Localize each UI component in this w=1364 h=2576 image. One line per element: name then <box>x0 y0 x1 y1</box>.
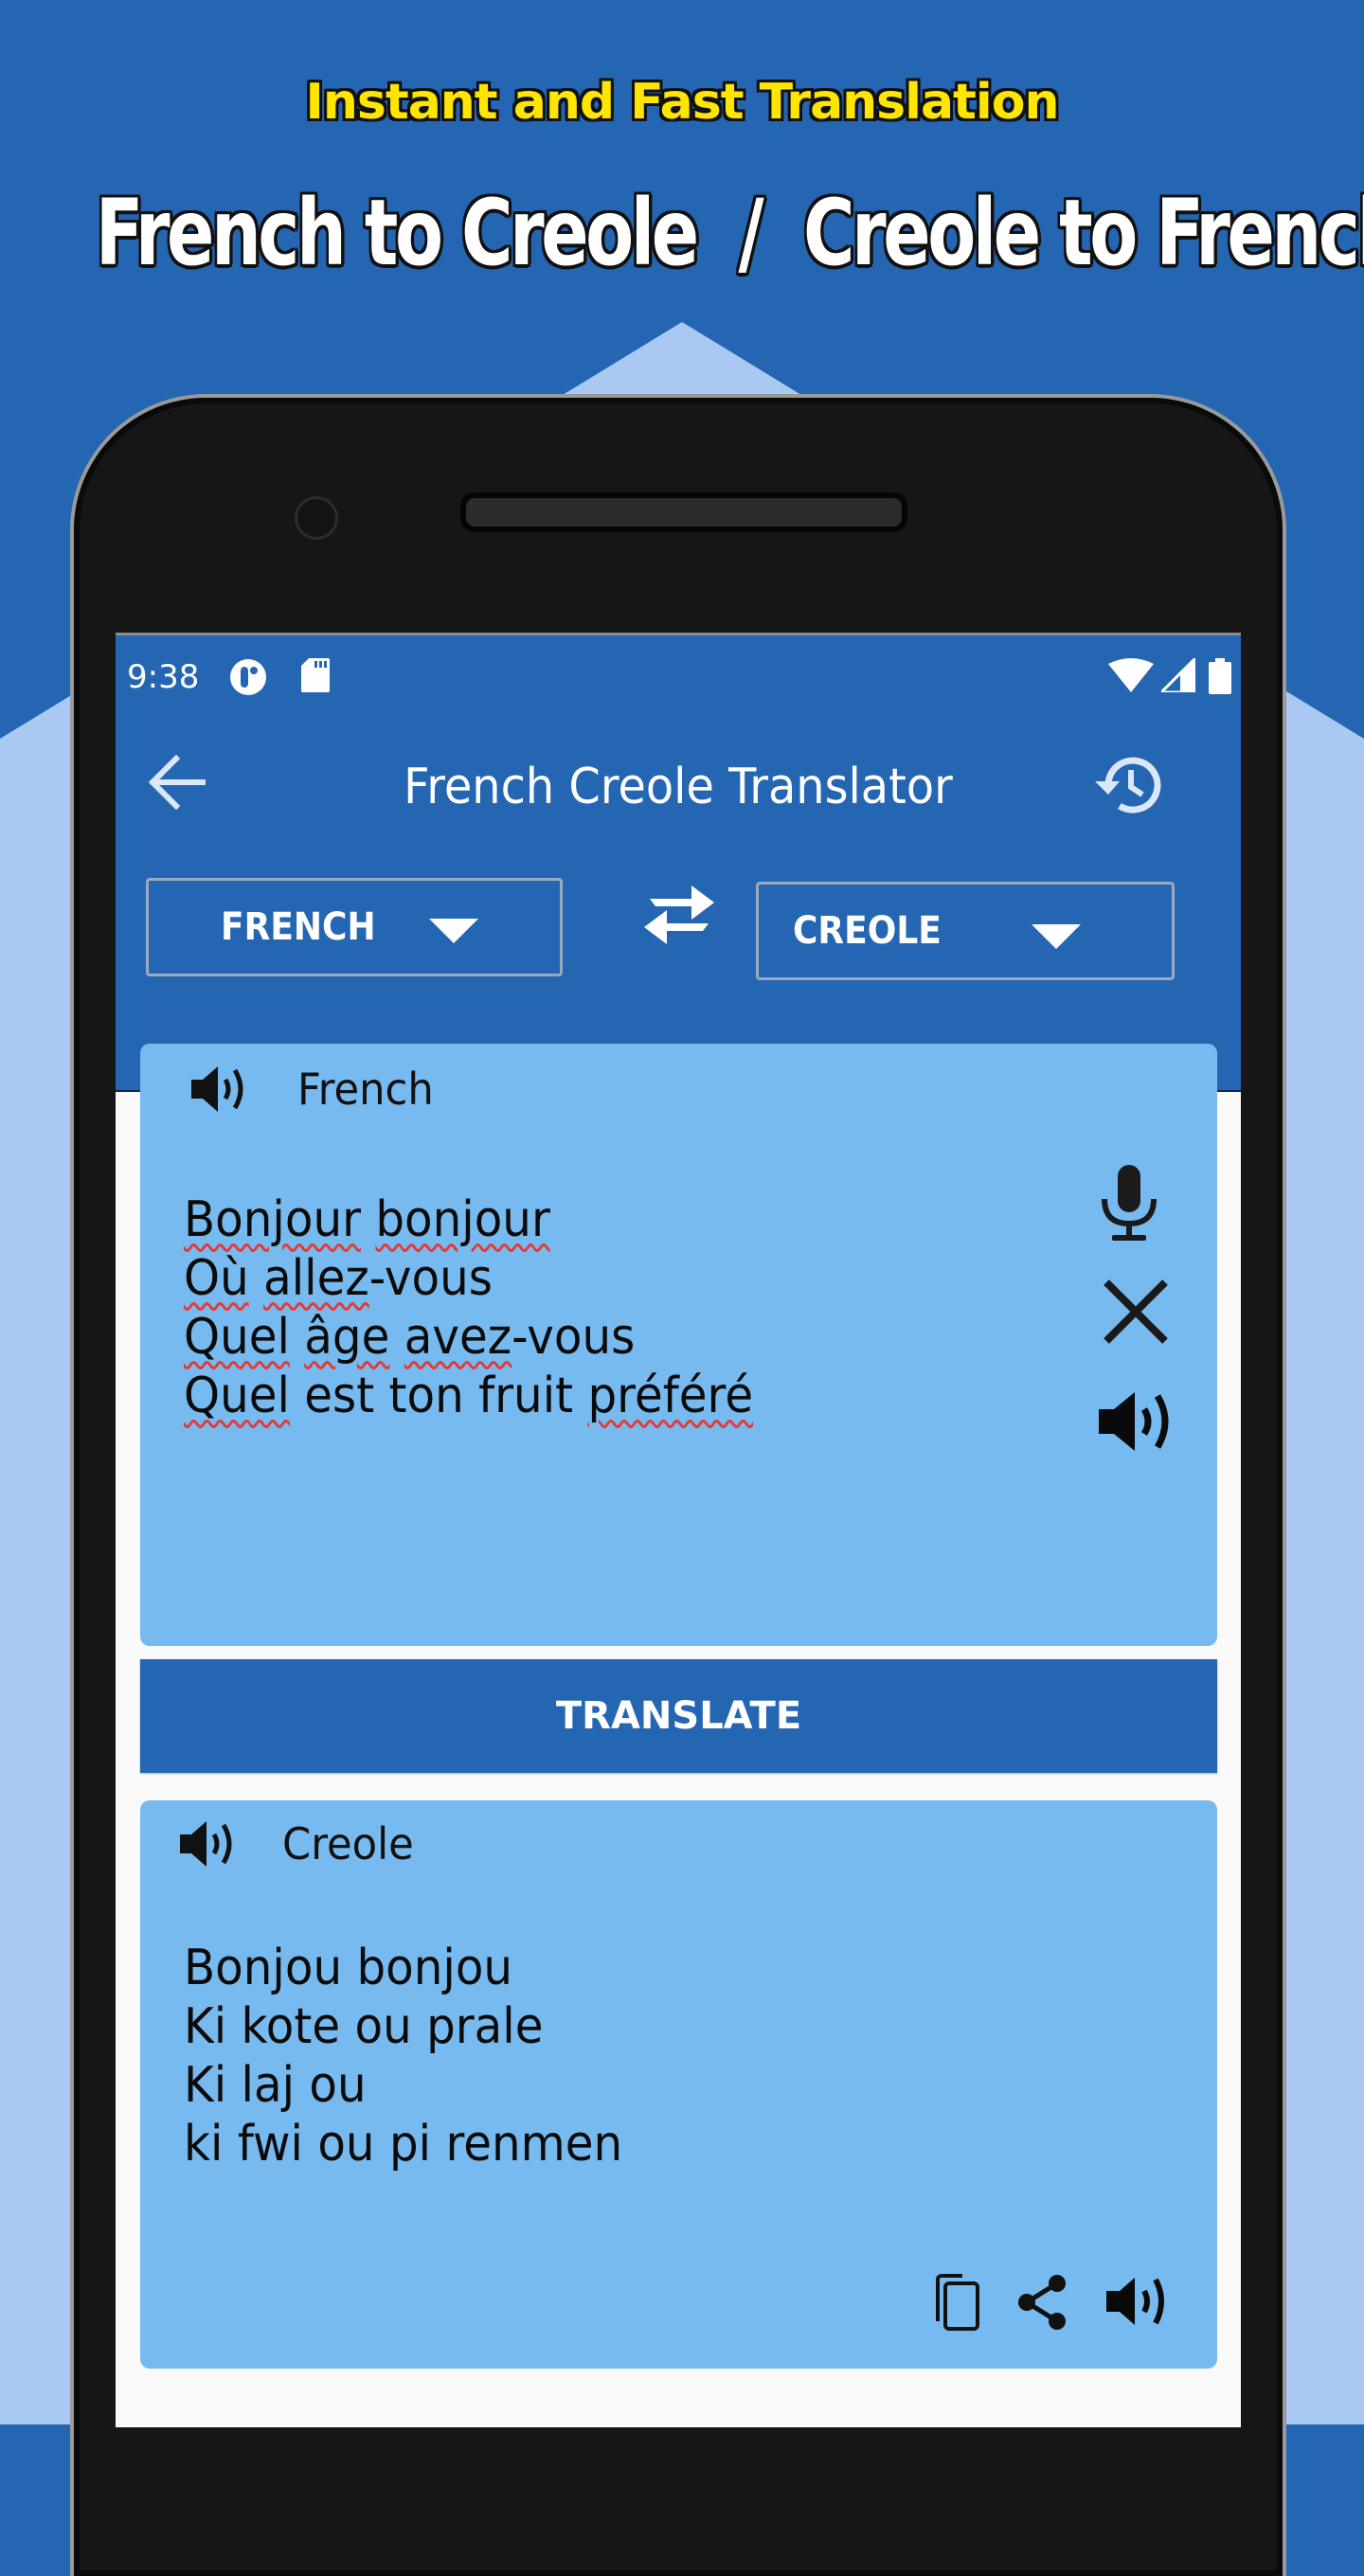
misspelled-word: Bonjour <box>184 1191 361 1248</box>
translated-text-line: Bonjou bonjou <box>184 1940 513 1996</box>
source-language-select[interactable]: FRENCH <box>146 878 563 976</box>
swap-languages-button[interactable] <box>637 882 722 948</box>
clear-button[interactable] <box>1103 1279 1169 1345</box>
history-icon <box>1095 757 1161 814</box>
share-icon <box>1018 2275 1066 2330</box>
source-text-line: Quel âge avez-vous <box>184 1308 753 1367</box>
signal-icon <box>1161 658 1195 692</box>
source-read-aloud-button[interactable] <box>1097 1388 1182 1455</box>
translated-text-line: Ki kote ou prale <box>184 1998 544 2055</box>
app-title: French Creole Translator <box>404 759 953 815</box>
swap-arrows-icon <box>644 886 714 944</box>
misspelled-word: préféré <box>587 1368 754 1424</box>
misspelled-word: Où <box>184 1250 249 1307</box>
source-text-line: Où allez-vous <box>184 1249 753 1308</box>
clear-icon <box>1104 1279 1168 1344</box>
misspelled-word: avez <box>404 1309 512 1366</box>
promo-headline: French to Creole / Creole to French <box>95 180 1364 286</box>
input-card-header: French <box>189 1063 442 1116</box>
speaker-icon <box>1106 2278 1164 2325</box>
misspelled-word: Quel <box>184 1309 290 1366</box>
source-text-line: Quel est ton fruit préféré <box>184 1367 753 1425</box>
source-text-line: Bonjour bonjour <box>184 1190 753 1249</box>
text-segment: -vous <box>512 1309 636 1366</box>
status-bar: 9:38 <box>116 635 1241 711</box>
promo-tagline: Instant and Fast Translation <box>305 74 1060 131</box>
microphone-icon <box>1102 1165 1157 1241</box>
history-button[interactable] <box>1089 747 1165 823</box>
app-bar: French Creole Translator FRENCH CREOLE <box>116 711 1241 1092</box>
source-speaker-button[interactable] <box>189 1063 256 1116</box>
text-segment <box>249 1250 263 1307</box>
chevron-down-icon <box>1032 924 1081 949</box>
wifi-icon <box>1108 658 1154 692</box>
output-card: Creole Bonjou bonjou Ki kote ou prale Ki l… <box>140 1800 1217 2369</box>
source-text-input[interactable]: Bonjour bonjour Où allez-vous Quel âge ave… <box>184 1190 796 1425</box>
text-segment <box>389 1309 404 1366</box>
microphone-button[interactable] <box>1099 1165 1159 1244</box>
text-segment: est ton fruit <box>289 1368 588 1424</box>
input-card: French Bonjour bonjour Où allez-vous Quel … <box>140 1044 1217 1646</box>
misspelled-word: Quel <box>184 1368 290 1424</box>
phone-screen: 9:38 French Creole Translator FRENCH CRE… <box>116 633 1241 2427</box>
earpiece-speaker <box>460 492 907 532</box>
text-segment: -vous <box>368 1250 493 1307</box>
translate-button[interactable]: TRANSLATE <box>140 1659 1217 1773</box>
copy-button[interactable] <box>934 2274 987 2331</box>
chevron-down-icon <box>429 919 478 943</box>
target-read-aloud-button[interactable] <box>1104 2274 1173 2329</box>
misspelled-word: bonjour <box>375 1191 550 1248</box>
source-language-label: FRENCH <box>221 905 376 949</box>
target-speaker-button[interactable] <box>178 1817 244 1870</box>
misspelled-word: âge <box>304 1309 390 1366</box>
translated-text-line: ki fwi ou pi renmen <box>184 2116 623 2173</box>
share-button[interactable] <box>1015 2274 1072 2331</box>
target-card-language: Creole <box>282 1818 414 1869</box>
text-segment <box>290 1309 304 1366</box>
target-language-label: CREOLE <box>793 909 942 953</box>
misspelled-word: allez <box>263 1250 369 1307</box>
status-time: 9:38 <box>127 658 200 696</box>
battery-icon <box>1209 658 1231 694</box>
source-card-language: French <box>297 1064 434 1115</box>
translated-text-line: Ki laj ou <box>184 2057 367 2114</box>
sd-card-icon <box>301 658 330 692</box>
translated-text: Bonjou bonjou Ki kote ou prale Ki laj ou ki… <box>184 1939 655 2174</box>
text-segment <box>361 1191 375 1248</box>
front-camera <box>295 496 338 540</box>
notification-app-icon <box>229 658 267 696</box>
speaker-icon <box>1099 1392 1169 1451</box>
output-card-header: Creole <box>178 1817 422 1870</box>
copy-icon <box>936 2274 979 2331</box>
speaker-icon <box>180 1821 232 1867</box>
target-language-select[interactable]: CREOLE <box>756 882 1175 980</box>
speaker-icon <box>191 1066 243 1112</box>
